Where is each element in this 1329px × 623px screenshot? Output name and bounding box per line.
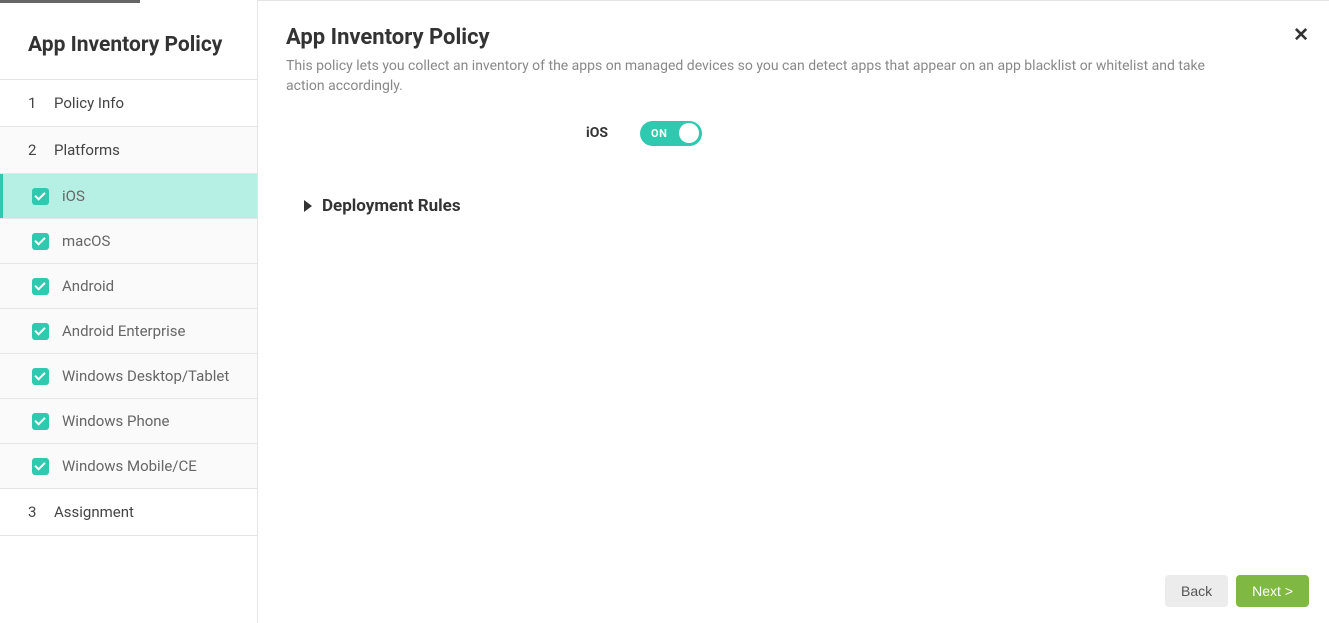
back-button[interactable]: Back (1165, 575, 1228, 607)
platform-label: Windows Mobile/CE (62, 457, 197, 475)
checkbox-icon (32, 458, 49, 475)
step-number: 1 (28, 94, 42, 112)
step-label: Assignment (54, 503, 134, 521)
platform-label: Windows Desktop/Tablet (62, 367, 229, 385)
sidebar: App Inventory Policy 1 Policy Info 2 Pla… (0, 0, 258, 623)
checkbox-icon (32, 188, 49, 205)
checkbox-icon (32, 278, 49, 295)
step-label: Platforms (54, 141, 120, 159)
platform-item-android[interactable]: Android (0, 264, 257, 309)
page-title: App Inventory Policy (286, 25, 1301, 50)
toggle-knob (679, 123, 699, 143)
platform-item-android-enterprise[interactable]: Android Enterprise (0, 309, 257, 354)
platform-item-windows-desktop-tablet[interactable]: Windows Desktop/Tablet (0, 354, 257, 399)
platform-label: Android Enterprise (62, 322, 185, 340)
step-assignment[interactable]: 3 Assignment (0, 489, 257, 536)
checkbox-icon (32, 233, 49, 250)
platform-label: iOS (62, 187, 85, 205)
next-button[interactable]: Next > (1236, 575, 1309, 607)
toggle-row: iOS ON (286, 121, 1301, 146)
deployment-rules-label: Deployment Rules (322, 196, 461, 216)
platform-item-macos[interactable]: macOS (0, 219, 257, 264)
platform-item-ios[interactable]: iOS (0, 174, 257, 219)
sidebar-title: App Inventory Policy (0, 3, 257, 80)
deployment-rules-toggle[interactable]: Deployment Rules (304, 196, 1301, 216)
step-platforms[interactable]: 2 Platforms (0, 127, 257, 174)
ios-toggle[interactable]: ON (640, 121, 702, 146)
close-icon[interactable]: ✕ (1293, 25, 1309, 44)
step-number: 3 (28, 503, 42, 521)
checkbox-icon (32, 323, 49, 340)
platform-item-windows-phone[interactable]: Windows Phone (0, 399, 257, 444)
caret-right-icon (304, 200, 312, 212)
checkbox-icon (32, 368, 49, 385)
toggle-state-text: ON (651, 127, 667, 140)
main-panel: ✕ App Inventory Policy This policy lets … (258, 0, 1329, 623)
step-number: 2 (28, 141, 42, 159)
platform-label: macOS (62, 232, 110, 250)
platform-item-windows-mobile-ce[interactable]: Windows Mobile/CE (0, 444, 257, 489)
step-label: Policy Info (54, 94, 124, 112)
footer-actions: Back Next > (1165, 575, 1309, 607)
platform-label: Android (62, 277, 114, 295)
toggle-label: iOS (586, 125, 608, 141)
checkbox-icon (32, 413, 49, 430)
page-description: This policy lets you collect an inventor… (286, 56, 1206, 97)
step-policy-info[interactable]: 1 Policy Info (0, 80, 257, 127)
platform-label: Windows Phone (62, 412, 170, 430)
